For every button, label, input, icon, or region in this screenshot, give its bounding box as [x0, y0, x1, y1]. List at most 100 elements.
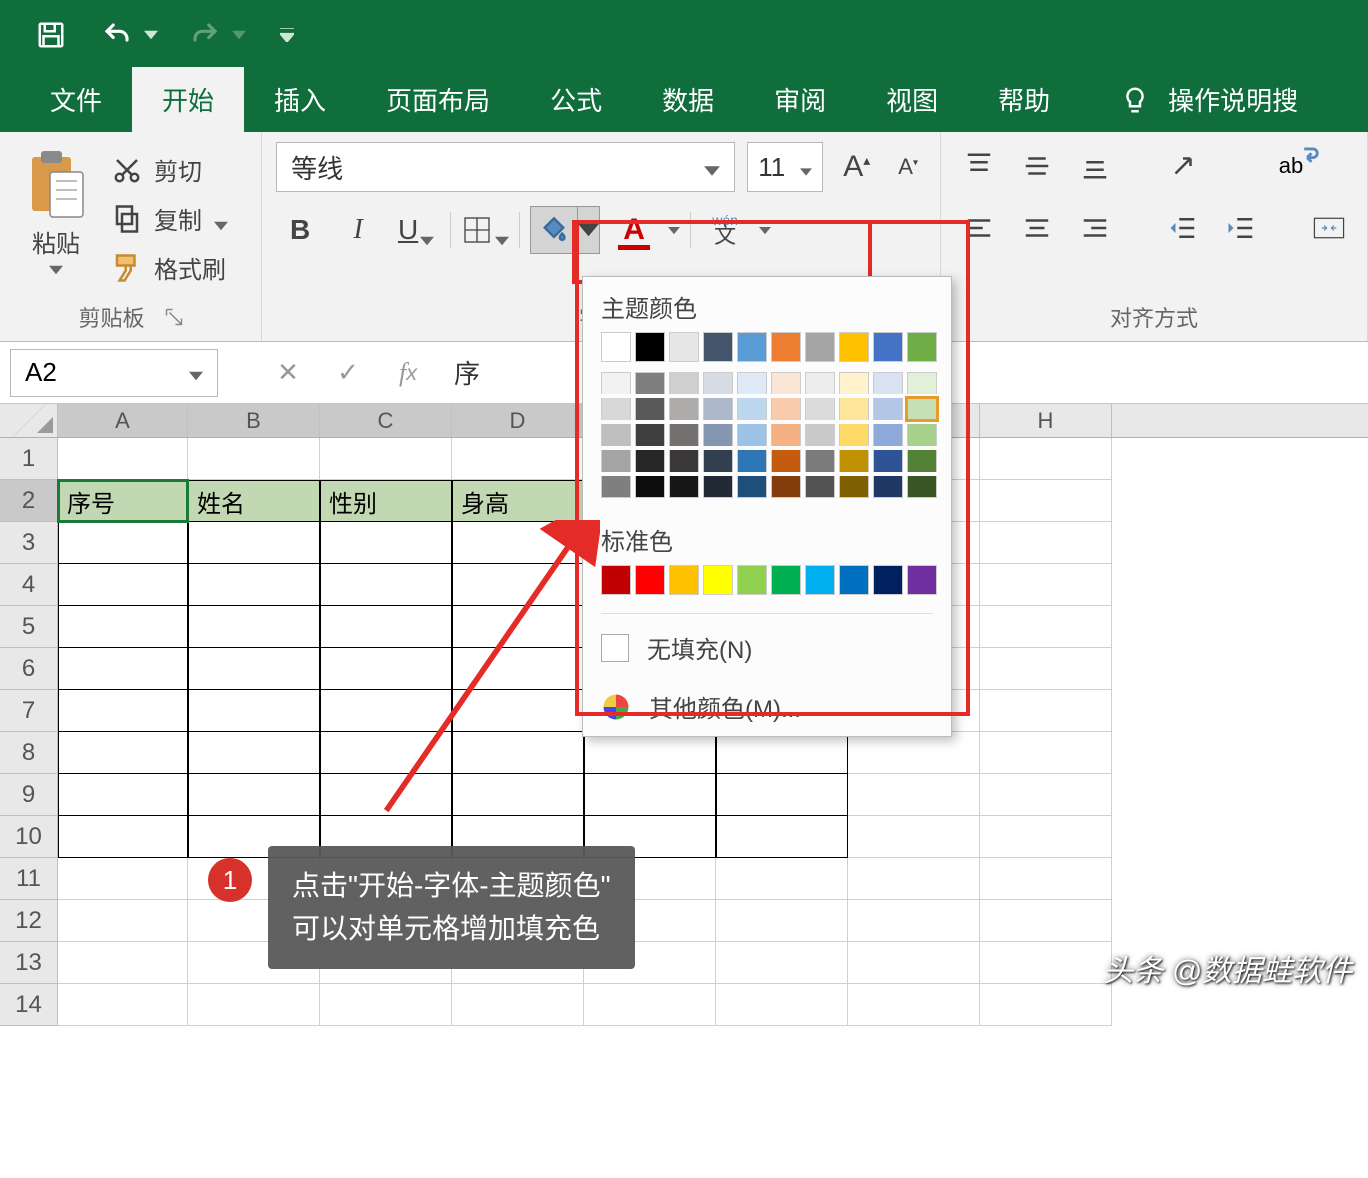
tell-me-search[interactable]: 操作说明搜 [1080, 67, 1298, 132]
color-swatch[interactable] [873, 372, 903, 394]
row-header-4[interactable]: 4 [0, 564, 58, 606]
undo-icon[interactable] [98, 16, 136, 54]
align-middle-button[interactable] [1013, 142, 1061, 190]
color-swatch[interactable] [873, 332, 903, 362]
cell-C1[interactable] [320, 438, 452, 480]
redo-icon[interactable] [186, 16, 224, 54]
color-swatch[interactable] [601, 398, 631, 420]
color-swatch[interactable] [635, 398, 665, 420]
row-header-6[interactable]: 6 [0, 648, 58, 690]
align-center-button[interactable] [1013, 204, 1061, 252]
cell-B6[interactable] [188, 648, 320, 690]
cell-D8[interactable] [452, 732, 584, 774]
row-header-11[interactable]: 11 [0, 858, 58, 900]
row-header-8[interactable]: 8 [0, 732, 58, 774]
color-swatch[interactable] [839, 398, 869, 420]
color-swatch[interactable] [771, 398, 801, 420]
color-swatch[interactable] [635, 372, 665, 394]
color-swatch[interactable] [703, 476, 733, 498]
cell-D2[interactable]: 身高 [452, 480, 584, 522]
tab-help[interactable]: 帮助 [968, 67, 1080, 132]
align-bottom-button[interactable] [1071, 142, 1119, 190]
cell-A11[interactable] [58, 858, 188, 900]
no-fill-button[interactable]: 无填充(N) [583, 618, 951, 677]
color-swatch[interactable] [703, 424, 733, 446]
color-swatch[interactable] [839, 424, 869, 446]
row-header-2[interactable]: 2 [0, 480, 58, 522]
cell-D6[interactable] [452, 648, 584, 690]
cancel-formula-button[interactable]: ✕ [258, 349, 318, 397]
cell-C5[interactable] [320, 606, 452, 648]
cell-C6[interactable] [320, 648, 452, 690]
underline-button[interactable]: U [392, 206, 440, 254]
cell-G10[interactable] [848, 816, 980, 858]
cell-A7[interactable] [58, 690, 188, 732]
cell-B14[interactable] [188, 984, 320, 1026]
row-header-1[interactable]: 1 [0, 438, 58, 480]
dialog-launcher-icon[interactable] [165, 308, 183, 326]
color-swatch[interactable] [635, 476, 665, 498]
row-header-7[interactable]: 7 [0, 690, 58, 732]
cell-H1[interactable] [980, 438, 1112, 480]
cell-B3[interactable] [188, 522, 320, 564]
cell-B5[interactable] [188, 606, 320, 648]
color-swatch[interactable] [669, 398, 699, 420]
cell-E14[interactable] [584, 984, 716, 1026]
wrap-text-button[interactable]: ab [1267, 142, 1315, 190]
cell-D4[interactable] [452, 564, 584, 606]
color-swatch[interactable] [771, 450, 801, 472]
cell-G12[interactable] [848, 900, 980, 942]
tab-file[interactable]: 文件 [20, 67, 132, 132]
paste-button[interactable]: 粘贴 [10, 142, 102, 307]
cell-C7[interactable] [320, 690, 452, 732]
cell-B2[interactable]: 姓名 [188, 480, 320, 522]
color-swatch[interactable] [737, 450, 767, 472]
cell-D5[interactable] [452, 606, 584, 648]
color-swatch[interactable] [669, 424, 699, 446]
align-top-button[interactable] [955, 142, 1003, 190]
color-swatch[interactable] [669, 372, 699, 394]
align-right-button[interactable] [1071, 204, 1119, 252]
cell-C3[interactable] [320, 522, 452, 564]
decrease-indent-button[interactable] [1159, 204, 1207, 252]
cell-H11[interactable] [980, 858, 1112, 900]
cell-H5[interactable] [980, 606, 1112, 648]
color-swatch[interactable] [669, 476, 699, 498]
cell-A4[interactable] [58, 564, 188, 606]
color-swatch[interactable] [635, 450, 665, 472]
color-swatch[interactable] [805, 476, 835, 498]
color-swatch[interactable] [601, 424, 631, 446]
tab-page-layout[interactable]: 页面布局 [356, 67, 520, 132]
undo-dropdown-icon[interactable] [144, 28, 158, 42]
font-name-select[interactable]: 等线 [276, 142, 735, 192]
copy-dropdown-icon[interactable] [214, 212, 228, 226]
color-swatch[interactable] [907, 476, 937, 498]
format-painter-button[interactable]: 格式刷 [106, 246, 249, 289]
cell-A10[interactable] [58, 816, 188, 858]
cut-button[interactable]: 剪切 [106, 148, 249, 191]
font-size-select[interactable]: 11 [747, 142, 823, 192]
color-swatch[interactable] [601, 565, 631, 595]
tab-view[interactable]: 视图 [856, 67, 968, 132]
row-header-3[interactable]: 3 [0, 522, 58, 564]
increase-indent-button[interactable] [1217, 204, 1265, 252]
tab-home[interactable]: 开始 [132, 67, 244, 132]
color-swatch[interactable] [601, 332, 631, 362]
row-header-5[interactable]: 5 [0, 606, 58, 648]
cell-H6[interactable] [980, 648, 1112, 690]
cell-F13[interactable] [716, 942, 848, 984]
color-swatch[interactable] [873, 398, 903, 420]
cell-D3[interactable] [452, 522, 584, 564]
color-swatch[interactable] [907, 332, 937, 362]
more-colors-button[interactable]: 其他颜色(M)... [583, 677, 951, 736]
color-swatch[interactable] [839, 565, 869, 595]
cell-F14[interactable] [716, 984, 848, 1026]
color-swatch[interactable] [907, 450, 937, 472]
cell-H4[interactable] [980, 564, 1112, 606]
cell-B9[interactable] [188, 774, 320, 816]
cell-B4[interactable] [188, 564, 320, 606]
cell-C2[interactable]: 性别 [320, 480, 452, 522]
tab-data[interactable]: 数据 [632, 67, 744, 132]
enter-formula-button[interactable]: ✓ [318, 349, 378, 397]
column-header-B[interactable]: B [188, 404, 320, 437]
